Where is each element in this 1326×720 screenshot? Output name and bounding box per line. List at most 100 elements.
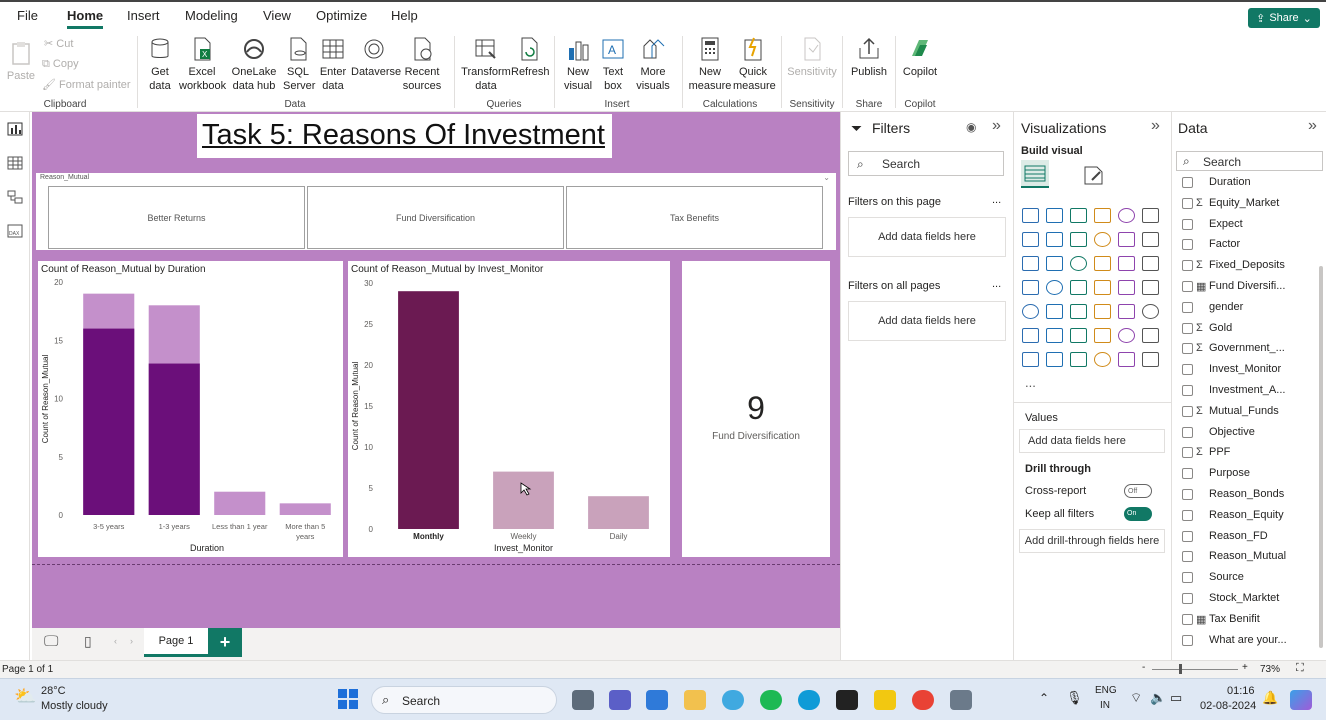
field-checkbox[interactable] bbox=[1182, 260, 1193, 272]
notification-icon[interactable]: 🔔 bbox=[1262, 690, 1278, 706]
collapse-data-icon[interactable]: » bbox=[1308, 117, 1317, 135]
map-visual-icon[interactable] bbox=[1046, 280, 1063, 295]
paste-button[interactable]: Paste bbox=[5, 36, 37, 83]
field-item[interactable]: Σ Equity_Market bbox=[1182, 197, 1279, 209]
slicer-chevron-icon[interactable]: ⌄ bbox=[823, 173, 830, 182]
data-scrollbar[interactable] bbox=[1319, 266, 1323, 648]
field-item[interactable]: Reason_Bonds bbox=[1182, 488, 1284, 500]
sql-server-button[interactable]: SQL Server bbox=[283, 32, 315, 93]
field-checkbox[interactable] bbox=[1182, 530, 1193, 542]
100-column-visual-icon[interactable] bbox=[1142, 208, 1159, 223]
filled-map-visual-icon[interactable] bbox=[1070, 280, 1087, 295]
menu-insert[interactable]: Insert bbox=[127, 8, 160, 23]
snipping-icon[interactable] bbox=[950, 690, 972, 710]
donut-visual-icon[interactable] bbox=[1142, 256, 1159, 271]
funnel-visual-icon[interactable] bbox=[1070, 256, 1087, 271]
more-visuals-ellipsis[interactable]: ... bbox=[1025, 375, 1036, 390]
field-item[interactable]: Expect bbox=[1182, 218, 1243, 230]
field-item[interactable]: Σ PPF bbox=[1182, 446, 1230, 459]
spotify-icon[interactable] bbox=[760, 690, 782, 710]
mobile-layout-icon[interactable]: ▯ bbox=[84, 633, 92, 650]
wifi-icon[interactable]: ⌔ bbox=[1130, 690, 1142, 706]
field-item[interactable]: Σ Government_... bbox=[1182, 342, 1285, 355]
qa-visual-icon[interactable] bbox=[1094, 328, 1111, 343]
ribbon-line-visual-icon[interactable] bbox=[1142, 232, 1159, 247]
field-item[interactable]: Stock_Marktet bbox=[1182, 592, 1279, 604]
field-item[interactable]: ▦ Tax Benifit bbox=[1182, 613, 1260, 626]
field-item[interactable]: Reason_FD bbox=[1182, 530, 1268, 542]
battery-icon[interactable]: ▭ bbox=[1170, 690, 1182, 706]
more-types-visual-icon[interactable] bbox=[1142, 352, 1159, 367]
100-area-visual-icon[interactable] bbox=[1094, 232, 1111, 247]
filters-search-input[interactable]: ⌕ Search bbox=[848, 151, 1004, 176]
invest-monitor-chart[interactable]: Count of Reason_Mutual by Invest_Monitor… bbox=[348, 261, 670, 557]
100-bar-visual-icon[interactable] bbox=[1118, 208, 1135, 223]
fit-page-icon[interactable]: ⛶ bbox=[1296, 662, 1304, 675]
chevron-up-icon[interactable]: ⌃ bbox=[1039, 691, 1049, 705]
dax-query-icon[interactable]: DAX bbox=[7, 224, 23, 238]
enter-data-button[interactable]: Enter data bbox=[318, 32, 348, 93]
excel-workbook-button[interactable]: X Excel workbook bbox=[179, 32, 226, 93]
page-filter-dropzone[interactable]: Add data fields here bbox=[848, 217, 1006, 257]
file-explorer-icon[interactable] bbox=[684, 690, 706, 710]
start-icon[interactable] bbox=[338, 689, 358, 709]
field-checkbox[interactable] bbox=[1182, 281, 1193, 292]
slicer-option-better-returns[interactable]: Better Returns bbox=[48, 186, 305, 249]
store-icon[interactable] bbox=[646, 690, 668, 710]
menu-help[interactable]: Help bbox=[391, 8, 418, 23]
power-apps-visual-icon[interactable] bbox=[1022, 352, 1039, 367]
field-checkbox[interactable] bbox=[1182, 385, 1193, 396]
taskbar-search[interactable]: ⌕ Search bbox=[371, 686, 557, 714]
metrics-visual-icon[interactable] bbox=[1070, 352, 1087, 367]
values-dropzone[interactable]: Add data fields here bbox=[1019, 429, 1165, 453]
stacked-area-visual-icon[interactable] bbox=[1070, 232, 1087, 247]
stacked-bar-visual-icon[interactable] bbox=[1022, 208, 1039, 223]
field-item[interactable]: Factor bbox=[1182, 238, 1240, 251]
field-checkbox[interactable] bbox=[1182, 301, 1193, 313]
add-page-button[interactable]: + bbox=[208, 628, 242, 657]
slicer-visual[interactable]: Reason_Mutual ⌄ Better Returns Fund Dive… bbox=[36, 173, 836, 250]
field-checkbox[interactable] bbox=[1182, 343, 1193, 355]
all-pages-filter-dropzone[interactable]: Add data fields here bbox=[848, 301, 1006, 341]
drill-through-dropzone[interactable]: Add drill-through fields here bbox=[1019, 529, 1165, 553]
field-checkbox[interactable] bbox=[1182, 405, 1193, 417]
azure-map-visual-icon[interactable] bbox=[1094, 280, 1111, 295]
chrome-icon[interactable] bbox=[912, 690, 934, 710]
keep-filters-toggle[interactable]: On bbox=[1124, 507, 1152, 521]
slicer-option-tax-benefits[interactable]: Tax Benefits bbox=[566, 186, 823, 249]
kpi-visual-icon[interactable] bbox=[1046, 304, 1063, 319]
text-box-button[interactable]: A Text box bbox=[598, 32, 628, 93]
eye-icon[interactable]: ◉ bbox=[966, 120, 976, 134]
collapse-visualizations-icon[interactable]: » bbox=[1151, 117, 1160, 135]
field-item[interactable]: Σ Fixed_Deposits bbox=[1182, 259, 1285, 272]
more-visuals-button[interactable]: More visuals bbox=[631, 32, 675, 93]
field-item[interactable]: Objective bbox=[1182, 426, 1255, 438]
field-checkbox[interactable] bbox=[1182, 447, 1193, 459]
pie-visual-icon[interactable] bbox=[1118, 256, 1135, 271]
field-checkbox[interactable] bbox=[1182, 426, 1193, 438]
field-checkbox[interactable] bbox=[1182, 509, 1193, 521]
cross-report-toggle[interactable]: Off bbox=[1124, 484, 1152, 498]
waterfall-visual-icon[interactable] bbox=[1046, 256, 1063, 271]
slicer-option-fund-diversification[interactable]: Fund Diversification bbox=[307, 186, 564, 249]
task-view-icon[interactable] bbox=[572, 690, 594, 710]
transform-data-button[interactable]: Transform data bbox=[461, 32, 511, 93]
build-visual-tab[interactable] bbox=[1021, 160, 1049, 188]
area-visual-icon[interactable] bbox=[1046, 232, 1063, 247]
field-checkbox[interactable] bbox=[1182, 613, 1193, 625]
card-visual[interactable]: 9 Fund Diversification bbox=[682, 261, 830, 557]
refresh-button[interactable]: Refresh bbox=[511, 32, 550, 79]
onelake-button[interactable]: OneLake data hub bbox=[228, 32, 280, 93]
prev-page-icon[interactable]: ‹ bbox=[114, 636, 117, 646]
field-item[interactable]: Invest_Monitor bbox=[1182, 363, 1281, 376]
menu-file[interactable]: File bbox=[17, 8, 38, 23]
treemap-visual-icon[interactable] bbox=[1022, 280, 1039, 295]
narrative-visual-icon[interactable] bbox=[1118, 328, 1135, 343]
title-textbox[interactable]: Task 5: Reasons Of Investment bbox=[197, 114, 612, 158]
field-checkbox[interactable] bbox=[1182, 218, 1193, 230]
copilot-button[interactable]: Copilot bbox=[900, 32, 940, 79]
scatter-visual-icon[interactable] bbox=[1094, 256, 1111, 271]
menu-view[interactable]: View bbox=[263, 8, 291, 23]
field-item[interactable]: Σ Mutual_Funds bbox=[1182, 405, 1279, 417]
new-measure-button[interactable]: New measure bbox=[688, 32, 732, 93]
